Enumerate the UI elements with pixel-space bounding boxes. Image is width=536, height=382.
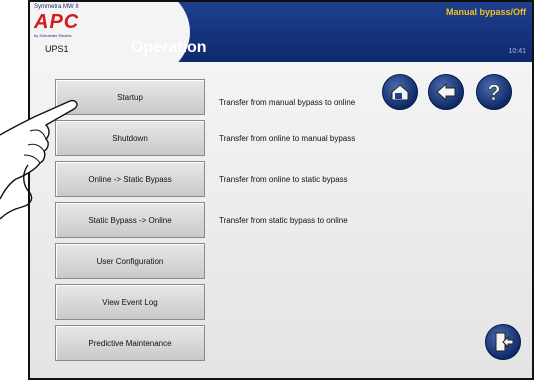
help-icon[interactable]: ? [476,74,512,110]
home-icon[interactable] [382,74,418,110]
startup-description: Transfer from manual bypass to online [219,98,356,107]
online-to-static-bypass-description: Transfer from online to static bypass [219,175,348,184]
mode-status: Manual bypass/Off [445,7,526,17]
ups-screen: Symmetra MW II APC by Schneider Electric… [28,0,534,380]
logout-icon[interactable] [485,324,521,360]
clock: 10:41 [508,48,526,55]
shutdown-description: Transfer from online to manual bypass [219,134,356,143]
apc-logo: APC [34,11,80,33]
predictive-maintenance-button[interactable]: Predictive Maintenance [55,325,205,361]
product-name: Symmetra MW II [34,4,79,10]
pointing-hand-icon [0,99,78,220]
content-area: Startup Transfer from manual bypass to o… [30,62,532,378]
back-arrow-icon[interactable] [428,74,464,110]
user-configuration-button[interactable]: User Configuration [55,243,205,279]
brand-byline: by Schneider Electric [34,33,72,38]
view-event-log-button[interactable]: View Event Log [55,284,205,320]
header: Symmetra MW II APC by Schneider Electric… [30,2,532,62]
svg-text:?: ? [487,80,500,105]
device-name: UPS1 [45,44,69,54]
static-bypass-to-online-description: Transfer from static bypass to online [219,216,348,225]
page-title: Operation [131,39,207,56]
